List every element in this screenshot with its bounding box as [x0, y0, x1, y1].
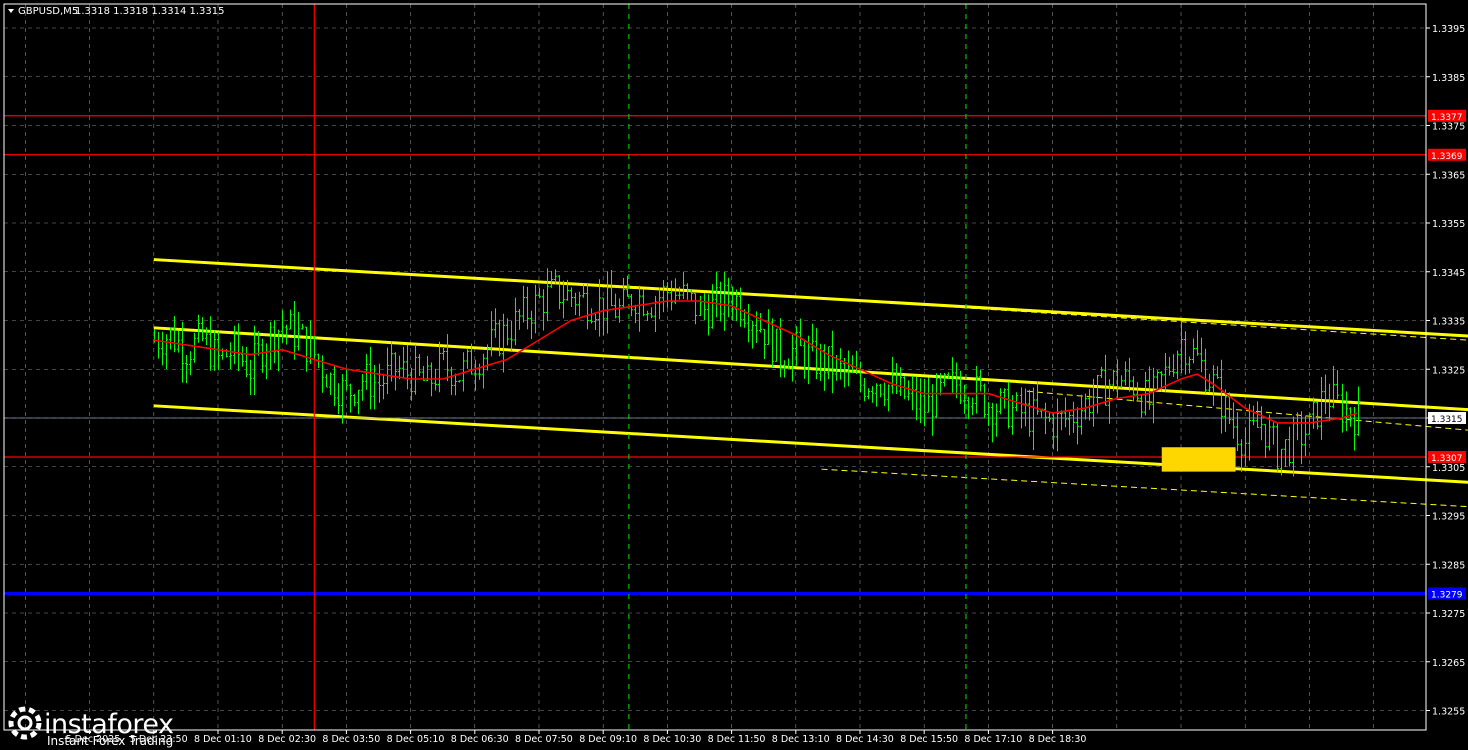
x-tick-label: 8 Dec 10:30	[643, 734, 701, 745]
x-tick-label: 8 Dec 18:30	[1029, 734, 1087, 745]
y-tick-label: 1.3365	[1432, 170, 1465, 181]
y-tick-label: 1.3325	[1432, 365, 1465, 376]
ohlc-label: 1.3318 1.3318 1.3314 1.3315	[75, 6, 225, 17]
y-tick-label: 1.3395	[1432, 24, 1465, 35]
chart-background	[0, 0, 1468, 750]
x-tick-label: 8 Dec 11:50	[708, 734, 766, 745]
price-axis[interactable]: 1.3395 1.3385 1.3375 1.3365 1.3355 1.3345 1.33…	[1426, 24, 1466, 718]
chart-header: GBPUSD,M5 1.3318 1.3318 1.3314 1.3315	[8, 6, 225, 17]
x-tick-label: 8 Dec 05:10	[387, 734, 445, 745]
x-tick-label: 8 Dec 15:50	[900, 734, 958, 745]
level-label: 1.3279	[1431, 591, 1463, 601]
level-label: 1.3307	[1431, 454, 1463, 464]
x-tick-label: 8 Dec 14:30	[836, 734, 894, 745]
y-tick-label: 1.3345	[1432, 268, 1465, 279]
x-tick-label: 8 Dec 02:30	[258, 734, 316, 745]
watermark-tagline: Instant Forex Trading	[47, 734, 173, 748]
x-tick-label: 8 Dec 06:30	[451, 734, 509, 745]
y-tick-label: 1.3275	[1432, 609, 1465, 620]
y-tick-label: 1.3265	[1432, 658, 1465, 669]
x-tick-label: 8 Dec 03:50	[322, 734, 380, 745]
y-tick-label: 1.3335	[1432, 317, 1465, 328]
current-price-label: 1.3315	[1431, 415, 1463, 425]
y-tick-label: 1.3295	[1432, 512, 1465, 523]
x-tick-label: 8 Dec 07:50	[515, 734, 573, 745]
target-zone-box	[1161, 447, 1236, 472]
y-tick-label: 1.3355	[1432, 219, 1465, 230]
symbol-label: GBPUSD,M5	[18, 6, 78, 17]
y-tick-label: 1.3305	[1432, 463, 1465, 474]
x-tick-label: 8 Dec 17:10	[964, 734, 1022, 745]
x-tick-label: 8 Dec 13:10	[772, 734, 830, 745]
x-tick-label: 8 Dec 09:10	[579, 734, 637, 745]
x-tick-label: 8 Dec 01:10	[194, 734, 252, 745]
y-tick-label: 1.3385	[1432, 73, 1465, 84]
y-tick-label: 1.3255	[1432, 707, 1465, 718]
y-tick-label: 1.3375	[1432, 122, 1465, 133]
level-label: 1.3369	[1431, 152, 1463, 162]
target-zone	[1161, 447, 1236, 472]
level-label: 1.3377	[1431, 113, 1463, 123]
chart-window: 1.3395 1.3385 1.3375 1.3365 1.3355 1.3345 1.33…	[0, 0, 1468, 750]
price-chart[interactable]: 1.3395 1.3385 1.3375 1.3365 1.3355 1.3345 1.33…	[0, 0, 1468, 750]
y-tick-label: 1.3285	[1432, 560, 1465, 571]
